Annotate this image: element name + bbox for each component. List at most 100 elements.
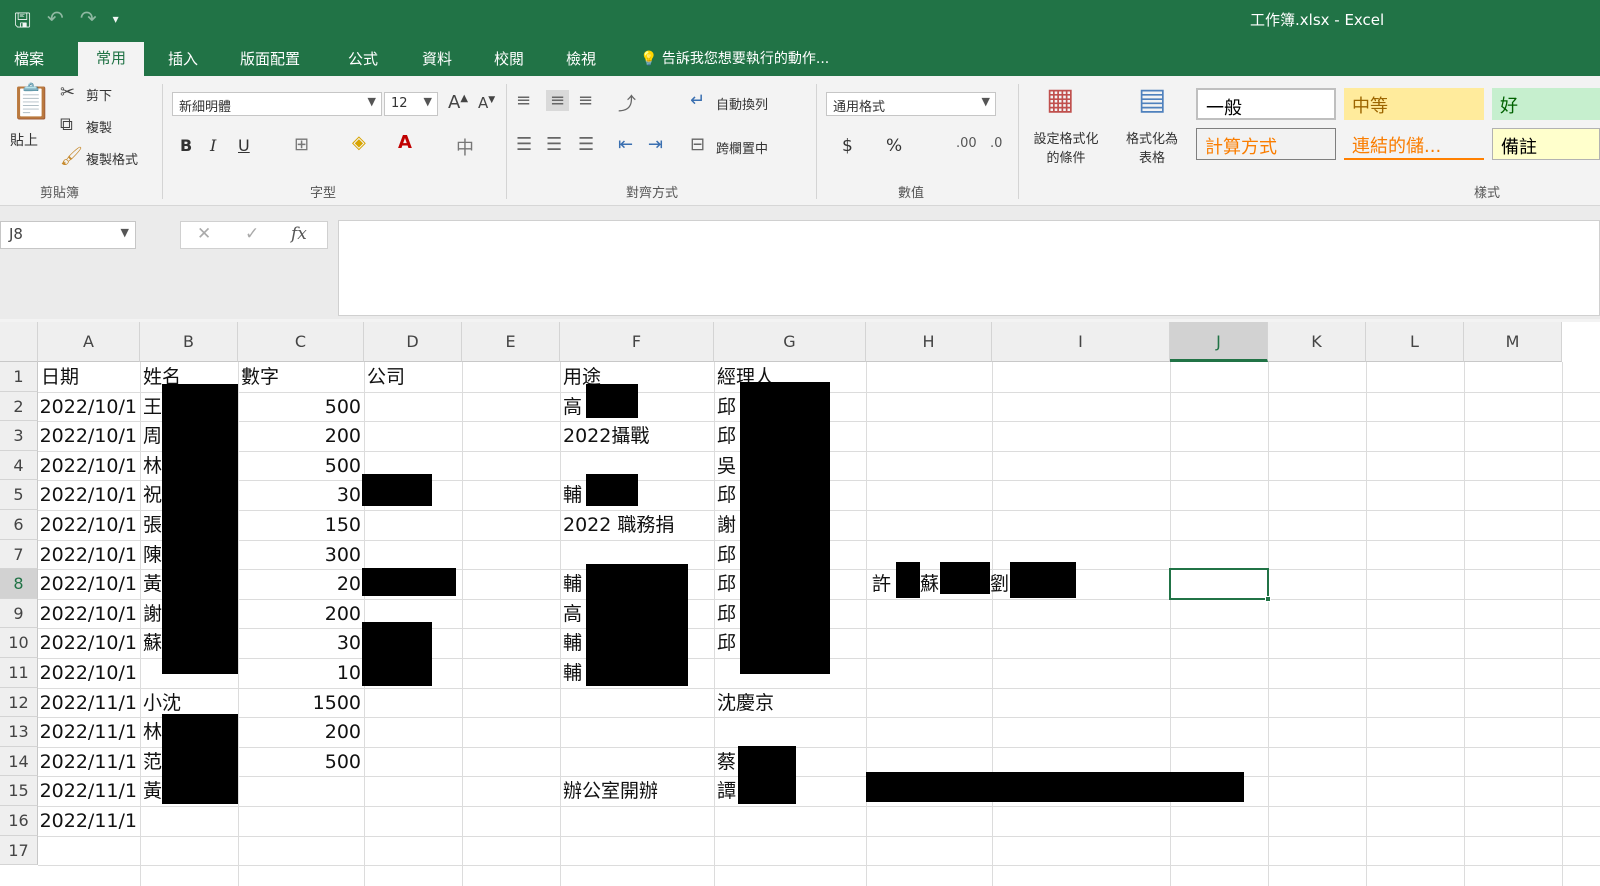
- column-header-l[interactable]: L: [1366, 322, 1464, 362]
- currency-button[interactable]: $: [842, 136, 853, 156]
- active-cell-j8[interactable]: [1169, 568, 1271, 602]
- cell-b7[interactable]: 陳: [143, 540, 162, 570]
- row-header-16[interactable]: 16: [0, 806, 38, 836]
- worksheet-grid[interactable]: A B C D E F G H I J K L M 1 2 3 4 5 6 7 8 9 10 11 12 13 14 15 16 17 日期…: [0, 322, 1600, 886]
- row-header-2[interactable]: 2: [0, 391, 38, 422]
- cell-g10[interactable]: 邱: [717, 628, 736, 658]
- cell-b15[interactable]: 黃: [143, 776, 162, 806]
- row-header-17[interactable]: 17: [0, 835, 38, 866]
- wrap-text-icon[interactable]: ↵: [690, 90, 705, 111]
- style-good[interactable]: 好: [1492, 88, 1600, 120]
- cell-a12[interactable]: 2022/11/1: [38, 688, 137, 718]
- column-header-h[interactable]: H: [866, 322, 992, 362]
- row-header-6[interactable]: 6: [0, 510, 38, 540]
- style-normal[interactable]: 一般: [1196, 88, 1336, 120]
- merge-center-button[interactable]: 跨欄置中: [716, 138, 768, 157]
- cell-c1[interactable]: 數字: [241, 362, 279, 392]
- cell-f6[interactable]: 2022 職務捐: [563, 510, 674, 540]
- cell-c14[interactable]: 500: [238, 747, 361, 777]
- cell-a2[interactable]: 2022/10/1: [38, 392, 137, 422]
- paste-icon[interactable]: 📋: [10, 82, 52, 122]
- tab-file[interactable]: 檔案: [14, 48, 44, 69]
- cell-a14[interactable]: 2022/11/1: [38, 747, 137, 777]
- orientation-icon[interactable]: ⤴: [618, 90, 636, 116]
- increase-font-icon[interactable]: A▲: [448, 92, 468, 113]
- cell-f3[interactable]: 2022攝戰: [563, 421, 649, 451]
- cell-f10[interactable]: 輔: [563, 628, 582, 658]
- bold-button[interactable]: B: [180, 136, 192, 155]
- column-header-d[interactable]: D: [364, 322, 462, 362]
- cell-g2[interactable]: 邱: [717, 392, 736, 422]
- cell-c13[interactable]: 200: [238, 717, 361, 747]
- cell-h8a[interactable]: 許: [872, 569, 891, 599]
- column-header-i[interactable]: I: [992, 322, 1170, 362]
- column-header-m[interactable]: M: [1464, 322, 1562, 362]
- row-header-7[interactable]: 7: [0, 539, 38, 570]
- column-header-b[interactable]: B: [140, 322, 238, 362]
- cell-b13[interactable]: 林: [143, 717, 162, 747]
- cell-a10[interactable]: 2022/10/1: [38, 628, 137, 658]
- cell-a5[interactable]: 2022/10/1: [38, 480, 137, 510]
- cell-b14[interactable]: 范: [143, 747, 162, 777]
- row-header-10[interactable]: 10: [0, 628, 38, 658]
- align-center-icon[interactable]: ☰: [546, 134, 562, 155]
- style-calculation[interactable]: 計算方式: [1196, 128, 1336, 160]
- italic-button[interactable]: I: [210, 136, 216, 155]
- tell-me-box[interactable]: 💡 告訴我您想要執行的動作...: [640, 48, 829, 68]
- cell-c7[interactable]: 300: [238, 540, 361, 570]
- tab-home[interactable]: 常用: [78, 42, 145, 76]
- select-all-corner[interactable]: [0, 322, 38, 362]
- fill-color-icon[interactable]: ◈: [352, 132, 366, 153]
- cell-c6[interactable]: 150: [238, 510, 361, 540]
- cell-g6[interactable]: 謝: [717, 510, 736, 540]
- copy-icon[interactable]: ⧉: [60, 114, 73, 135]
- cell-f11[interactable]: 輔: [563, 658, 582, 688]
- align-left-icon[interactable]: ☰: [516, 134, 532, 155]
- row-header-9[interactable]: 9: [0, 598, 38, 629]
- cell-b4[interactable]: 林: [143, 451, 162, 481]
- cancel-icon[interactable]: ✕: [197, 224, 211, 244]
- cell-a9[interactable]: 2022/10/1: [38, 599, 137, 629]
- tab-data[interactable]: 資料: [422, 48, 452, 69]
- cell-a8[interactable]: 2022/10/1: [38, 569, 137, 599]
- percent-button[interactable]: %: [886, 136, 902, 156]
- row-header-1[interactable]: 1: [0, 362, 38, 392]
- format-as-table-icon[interactable]: ▤: [1138, 82, 1166, 117]
- cell-b5[interactable]: 祝: [143, 480, 162, 510]
- column-header-k[interactable]: K: [1268, 322, 1366, 362]
- insert-function-icon[interactable]: fx: [291, 224, 307, 244]
- cell-a13[interactable]: 2022/11/1: [38, 717, 137, 747]
- enter-icon[interactable]: ✓: [245, 224, 259, 244]
- cell-c3[interactable]: 200: [238, 421, 361, 451]
- cell-a4[interactable]: 2022/10/1: [38, 451, 137, 481]
- cell-c5[interactable]: 30: [238, 480, 361, 510]
- format-painter-icon[interactable]: 🖌: [60, 146, 83, 167]
- formula-input[interactable]: [338, 220, 1600, 316]
- cell-b6[interactable]: 張: [143, 510, 162, 540]
- cell-g5[interactable]: 邱: [717, 480, 736, 510]
- cell-f15[interactable]: 辦公室開辦: [563, 776, 658, 806]
- row-header-13[interactable]: 13: [0, 717, 38, 747]
- font-size-dropdown[interactable]: 12 ▼: [384, 92, 438, 116]
- column-header-a[interactable]: A: [38, 322, 140, 362]
- tab-insert[interactable]: 插入: [168, 48, 198, 69]
- cell-c4[interactable]: 500: [238, 451, 361, 481]
- increase-indent-icon[interactable]: ⇥: [648, 134, 663, 155]
- row-header-8[interactable]: 8: [0, 569, 38, 599]
- cell-b3[interactable]: 周: [143, 421, 162, 451]
- align-top-icon[interactable]: ≡: [516, 90, 531, 111]
- conditional-format-button[interactable]: 設定格式化 的條件: [1030, 128, 1102, 166]
- cell-f9[interactable]: 高: [563, 599, 582, 629]
- cell-c8[interactable]: 20: [238, 569, 361, 599]
- cell-c9[interactable]: 200: [238, 599, 361, 629]
- redo-icon[interactable]: ↷: [80, 6, 97, 40]
- cell-b9[interactable]: 謝: [143, 599, 162, 629]
- customize-qat-icon[interactable]: ▾: [113, 6, 119, 40]
- tab-review[interactable]: 校閱: [494, 48, 524, 69]
- align-middle-icon[interactable]: ≡: [546, 90, 570, 111]
- cell-f5[interactable]: 輔: [563, 480, 582, 510]
- row-header-11[interactable]: 11: [0, 658, 38, 688]
- cell-a1[interactable]: 日期: [41, 362, 79, 392]
- tab-view[interactable]: 檢視: [566, 48, 596, 69]
- save-icon[interactable]: 🖫: [14, 6, 31, 40]
